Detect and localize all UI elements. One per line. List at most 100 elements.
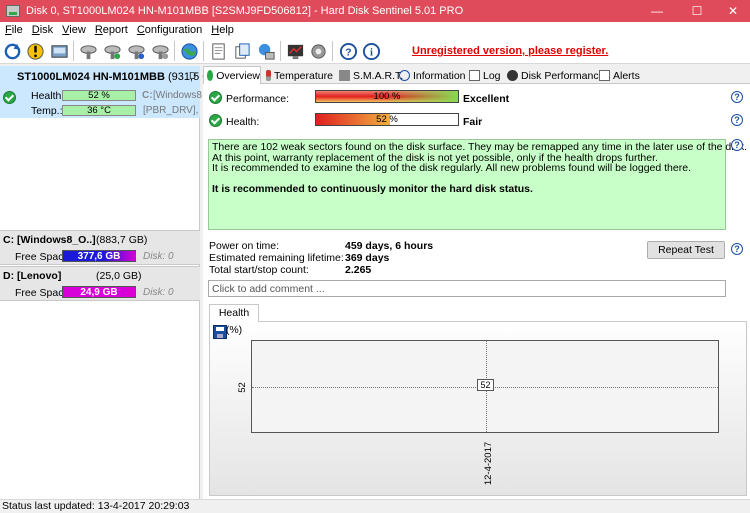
status-bar: Status last updated: 13-4-2017 20:29:03 [0,499,750,513]
test-disk-icon[interactable] [78,41,98,61]
toolbar: ? i [0,38,750,64]
report-icon[interactable] [208,41,228,61]
disk-status-check-icon [3,91,16,104]
performance-bar: 100 % [315,90,459,103]
data-point-label: 52 [477,379,494,391]
message-line: It is recommended to examine the log of … [212,162,691,174]
health-bar: 52 % [315,113,459,126]
disk-info-icon[interactable] [49,41,69,61]
tab-temperature[interactable]: Temperature [263,67,333,84]
info-icon[interactable]: i [361,41,381,61]
tab-disk-performance[interactable]: Disk Performance [504,67,604,84]
unregistered-link[interactable]: Unregistered version, please register. [412,45,608,57]
performance-icon[interactable] [285,41,305,61]
performance-rating: Excellent [463,93,510,105]
health-extra-drive: C: [142,90,153,101]
volume-name: D: [Lenovo] [3,270,62,282]
help-icon[interactable]: ? [731,114,743,126]
health-check-icon [209,114,222,127]
tab-log[interactable]: Log [466,67,501,84]
performance-check-icon [209,91,222,104]
erase-disk-icon[interactable] [150,41,170,61]
menu-report[interactable]: Report [92,24,134,36]
window-title: Disk 0, ST1000LM024 HN-M101MBB [S2SMJ9FD… [26,5,464,17]
check-icon [207,70,214,81]
health-value: 52 % [376,114,398,125]
x-tick-label: 12-4-2017 [483,441,495,486]
minimize-button[interactable]: — [640,0,674,22]
startstop-label: Total start/stop count: [209,264,309,276]
startstop-value: 2.265 [345,264,372,276]
smart-test-icon[interactable] [126,41,146,61]
repeat-test-button[interactable]: Repeat Test [647,241,725,259]
settings-icon[interactable] [308,41,328,61]
y-tick-label: 52 [236,382,248,393]
temp-extra: [PBR_DRV], [143,105,199,116]
info-icon [399,70,410,81]
log-icon [469,70,480,81]
disk-name: ST1000LM024 HN-M101MBB [17,71,165,83]
warning-icon[interactable] [25,41,45,61]
health-label: Health: [226,116,260,128]
svg-text:?: ? [345,47,351,58]
menu-disk[interactable]: Disk [29,24,59,36]
copy-report-icon[interactable] [232,41,252,61]
smart-icon [339,70,350,81]
performance-label: Performance: [226,93,290,105]
app-icon [6,5,20,17]
title-bar: Disk 0, ST1000LM024 HN-M101MBB [S2SMJ9FD… [0,0,750,22]
menu-bar: File Disk View Report Configuration Help [0,22,750,38]
power-on-label: Power on time: [209,240,280,252]
volume-disk: Disk: 0 [143,251,174,262]
tab-overview[interactable]: Overview [203,66,261,84]
health-rating: Fair [463,116,483,128]
save-icon[interactable] [213,325,227,339]
volume-size: (25,0 GB) [96,270,142,282]
details-pane: Overview Temperature S.M.A.R.T. Informat… [203,66,750,499]
network-send-icon[interactable] [256,41,276,61]
health-extra-name: [Windows8 [153,90,202,101]
tab-information[interactable]: Information [396,67,466,84]
svg-text:i: i [370,47,373,58]
close-button[interactable]: ✕ [716,0,750,22]
tab-health-graph[interactable]: Health (%) [209,304,259,336]
tab-alerts[interactable]: Alerts [596,67,640,84]
health-label: Health: [31,90,65,102]
remaining-value: 369 days [345,252,390,264]
thermometer-icon [266,70,271,81]
performance-icon [507,70,518,81]
alerts-icon [599,70,610,81]
maximize-button[interactable]: ☐ [680,0,714,22]
help-icon[interactable]: ? [731,91,743,103]
help-icon[interactable]: ? [731,243,743,255]
disk-entry[interactable]: ST1000LM024 HN-M101MBB (931,5 GB) D Heal… [0,66,222,118]
tab-bar: Overview Temperature S.M.A.R.T. Informat… [203,66,750,84]
surface-test-icon[interactable] [102,41,122,61]
disk-extra: D [189,71,197,82]
message-line: There are 102 weak sectors found on the … [212,141,748,153]
message-recommendation: It is recommended to continuously monito… [212,182,533,195]
free-space-bar: 24,9 GB [62,286,136,298]
internet-icon[interactable] [179,41,199,61]
help-icon[interactable]: ? [338,41,358,61]
temp-label: Temp.: [31,105,63,117]
performance-value: 100 % [373,91,401,102]
menu-file[interactable]: File [2,24,29,36]
menu-help[interactable]: Help [208,24,240,36]
menu-configuration[interactable]: Configuration [134,24,208,36]
volume-d[interactable]: D: [Lenovo] (25,0 GB) Free Space 24,9 GB… [0,266,200,301]
status-message: There are 102 weak sectors found on the … [208,139,748,230]
power-on-value: 459 days, 6 hours [345,240,434,252]
refresh-icon[interactable] [2,41,22,61]
tab-smart[interactable]: S.M.A.R.T. [336,67,403,84]
app-window: Disk 0, ST1000LM024 HN-M101MBB [S2SMJ9FD… [0,0,750,513]
volume-disk: Disk: 0 [143,287,174,298]
volume-size: (883,7 GB) [96,234,148,246]
help-icon[interactable]: ? [731,139,743,151]
comment-input[interactable] [208,280,726,297]
menu-view[interactable]: View [59,24,92,36]
health-plot: 52 [251,340,719,433]
volume-c[interactable]: C: [Windows8_O..] (883,7 GB) Free Space … [0,230,200,265]
temp-bar: 36 °C [62,105,136,116]
health-graph-panel: 52 52 12-4-2017 [209,321,747,496]
